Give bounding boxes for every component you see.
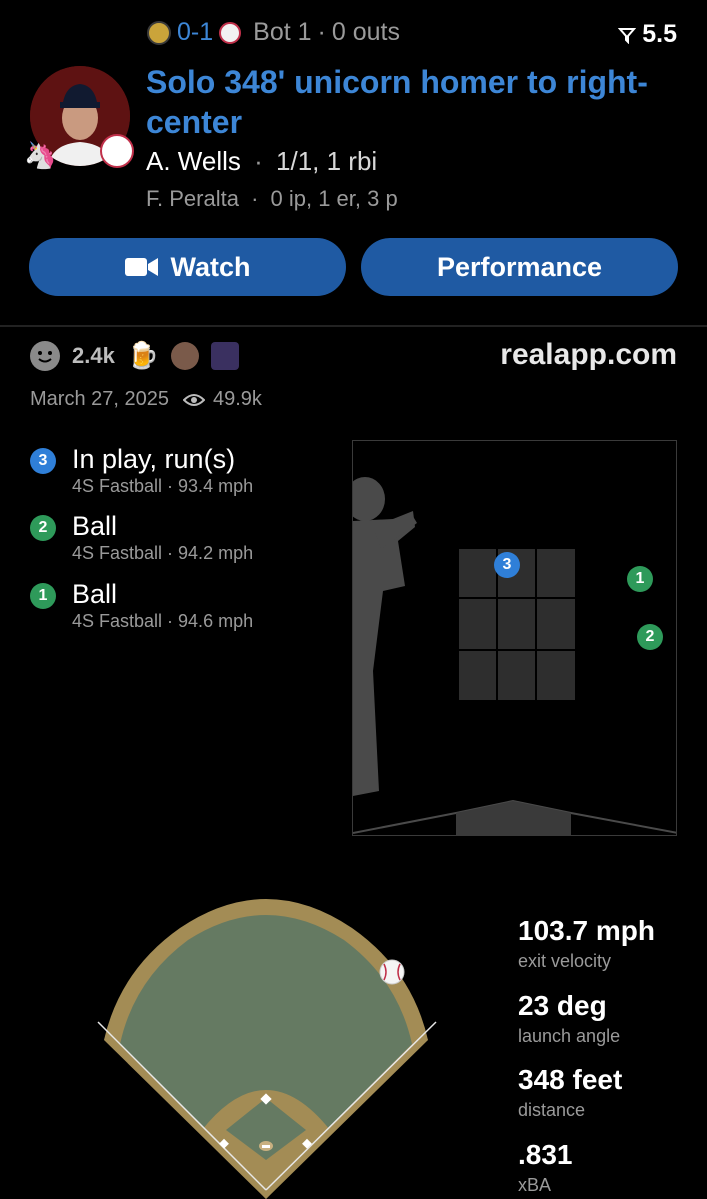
pitch-detail: 4S Fastball · 94.2 mph (72, 543, 254, 563)
score: 0-1 (177, 18, 214, 46)
outs: 0 outs (331, 18, 400, 46)
play-title: Solo 348' unicorn homer to right-center (146, 64, 648, 140)
user-avatar-icon[interactable] (171, 341, 200, 370)
brewers-logo-icon (147, 20, 171, 45)
brand-link[interactable]: realapp.com (500, 338, 677, 372)
batter-silhouette (353, 477, 417, 796)
reactions-bar[interactable]: 2.4k 🍺 (30, 340, 240, 371)
pitch-item-2[interactable]: 2 Ball 4S Fastball · 94.2 mph (30, 511, 253, 564)
unicorn-icon: 🦄 (24, 140, 57, 170)
pitch-detail: 4S Fastball · 94.6 mph (72, 611, 254, 631)
favorite-button[interactable]: 5.5 (618, 20, 677, 49)
pitch-result: Ball (72, 511, 118, 541)
stat-launch-angle: 23 deg launch angle (518, 990, 621, 1046)
pitch-detail: 4S Fastball · 93.4 mph (72, 476, 254, 496)
reaction-count: 2.4k (72, 342, 115, 368)
performance-button[interactable]: Performance (361, 238, 678, 296)
field-diagram (97, 899, 437, 1199)
stat-distance: 348 feet distance (518, 1064, 623, 1120)
pitch-marker-3[interactable]: 3 (494, 552, 520, 578)
beer-icon[interactable]: 🍺 (127, 340, 159, 371)
video-camera-icon (124, 258, 158, 276)
smiley-icon (30, 340, 60, 371)
pitcher-line[interactable]: F. Peralta · 0 ip, 1 er, 3 p (146, 186, 398, 212)
watch-button[interactable]: Watch (29, 238, 346, 296)
team-badge-icon (100, 134, 134, 168)
pitch-number-badge: 3 (30, 448, 56, 474)
pitch-item-1[interactable]: 1 Ball 4S Fastball · 94.6 mph (30, 579, 253, 632)
post-date: March 27, 2025 (30, 388, 169, 410)
pitch-marker-1[interactable]: 1 (627, 566, 653, 592)
baseball-icon (379, 959, 405, 985)
batter-line[interactable]: A. Wells · 1/1, 1 rbi (146, 146, 377, 177)
pitch-marker-2[interactable]: 2 (637, 624, 663, 650)
favorite-count: 5.5 (642, 20, 677, 48)
filter-icon (618, 27, 637, 44)
pitch-item-3[interactable]: 3 In play, run(s) 4S Fastball · 93.4 mph (30, 444, 253, 497)
divider (0, 325, 707, 327)
user-avatar-icon-2[interactable] (211, 341, 240, 370)
stat-exit-velocity: 103.7 mph exit velocity (518, 915, 655, 971)
home-plate (456, 801, 571, 835)
yankees-logo-icon (219, 21, 242, 44)
post-meta: March 27, 2025 49.9k (30, 388, 262, 411)
strike-zone-graphic (353, 477, 676, 835)
pitch-number-badge: 1 (30, 583, 56, 609)
game-status-line: 0-1 Bot 1 · 0 outs (147, 18, 400, 47)
pitch-number-badge: 2 (30, 515, 56, 541)
inning: Bot 1 (253, 18, 312, 46)
eye-icon (182, 393, 205, 406)
pitch-result: In play, run(s) (72, 444, 236, 474)
strike-zone-panel: 3 1 2 (352, 440, 677, 836)
stat-xba: .831 xBA (518, 1139, 573, 1195)
pitch-result: Ball (72, 579, 118, 609)
view-count: 49.9k (212, 388, 262, 410)
